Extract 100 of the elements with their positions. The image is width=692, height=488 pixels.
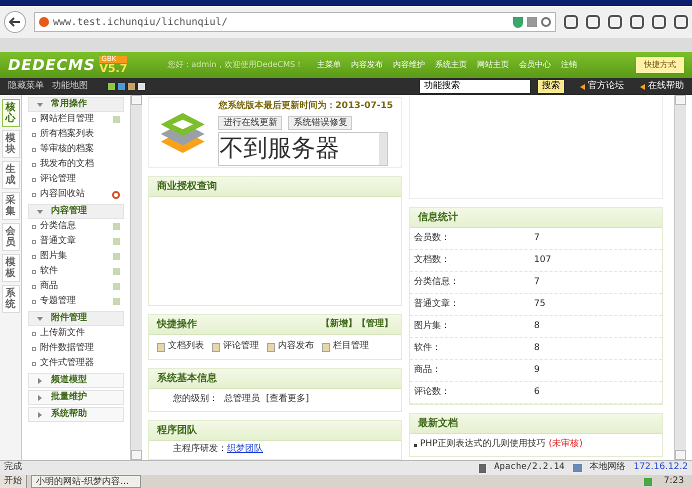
skin-swatch[interactable] <box>118 83 125 90</box>
server-text: Apache/2.2.14 <box>494 461 565 474</box>
caret-down-icon <box>37 102 43 108</box>
taskbar-window-button[interactable]: 小明的网站-织梦内容... <box>31 475 141 488</box>
stat-value: 7 <box>534 232 540 245</box>
document-icon <box>322 342 330 352</box>
stat-label: 软件： <box>414 342 442 355</box>
menu-section-header[interactable]: 批量维护 <box>28 390 124 405</box>
side-tab[interactable]: 模块 <box>2 130 20 158</box>
panel-action-link[interactable]: 【管理】 <box>357 318 393 332</box>
menu-item[interactable]: 等审核的档案 <box>40 142 94 156</box>
bullet-icon <box>32 346 36 350</box>
stat-label: 分类信息： <box>414 276 460 289</box>
menu-item[interactable]: 专题管理 <box>40 294 76 308</box>
stat-value: 107 <box>534 254 552 267</box>
skin-swatch[interactable] <box>128 83 135 90</box>
menu-section-header[interactable]: 常用操作 <box>28 97 124 112</box>
side-tab[interactable]: 采集 <box>2 192 20 220</box>
menu-item[interactable]: 内容回收站 <box>40 188 85 202</box>
site-icon <box>39 17 49 27</box>
version-text: V5.7 <box>99 63 128 74</box>
menu-item[interactable]: 商品 <box>40 280 58 294</box>
team-link[interactable]: 织梦团队 <box>227 443 263 457</box>
document-link[interactable]: PHP正则表达式的几则使用技巧 <box>420 438 546 452</box>
logo-text: DEDECMS <box>8 54 96 76</box>
back-button[interactable] <box>4 11 26 33</box>
skin-swatch[interactable] <box>138 83 145 90</box>
side-tab[interactable]: 系统 <box>2 285 20 313</box>
shield-icon <box>513 16 523 28</box>
skin-swatch[interactable] <box>108 83 115 90</box>
menu-item[interactable]: 我发布的文档 <box>40 158 94 172</box>
stat-label: 商品： <box>414 364 442 377</box>
menu-item[interactable]: 网站栏目管理 <box>40 112 94 126</box>
ip-text: 172.16.12.2 <box>634 461 688 474</box>
search-button[interactable]: 搜索 <box>538 80 564 93</box>
scrollbar[interactable] <box>130 95 142 460</box>
menu-section-header[interactable]: 系统帮助 <box>28 407 124 422</box>
scrollbar[interactable] <box>674 95 686 460</box>
side-tab[interactable]: 核心 <box>2 99 20 127</box>
document-icon <box>267 342 275 352</box>
menu-item[interactable]: 软件 <box>40 264 58 278</box>
menu-item[interactable]: 文件式管理器 <box>40 356 94 370</box>
welcome-text: 您好：admin，欢迎使用DedeCMS！ <box>167 59 304 71</box>
stat-label: 评论数： <box>414 386 451 399</box>
bullet-icon <box>32 332 36 336</box>
bullet-icon <box>32 148 36 152</box>
stat-label: 文档数： <box>414 254 451 267</box>
quick-link[interactable]: 评论管理 <box>223 340 259 354</box>
stat-value: 9 <box>534 364 540 377</box>
panel-action-link[interactable]: 【新增】 <box>321 318 357 332</box>
frame-scrollbar[interactable] <box>379 132 388 164</box>
menu-section-header[interactable]: 附件管理 <box>28 311 124 326</box>
panel-title: 系统基本信息 <box>157 372 217 386</box>
bullet-icon <box>32 192 36 196</box>
stat-label: 会员数： <box>414 232 451 245</box>
status-label: (未审核) <box>548 438 583 452</box>
caret-right-icon <box>37 394 43 400</box>
panel-title: 程序团队 <box>157 423 197 438</box>
update-button[interactable]: 进行在线更新 <box>218 116 282 130</box>
document-icon <box>212 342 220 352</box>
team-label: 主程序研发： <box>173 443 227 456</box>
stat-value: 7 <box>534 276 540 289</box>
toolbar-link[interactable]: 官方论坛 <box>588 80 624 94</box>
level-label: 您的级别： <box>173 393 218 406</box>
menu-item[interactable]: 上传新文件 <box>40 326 85 340</box>
side-tab[interactable]: 生成 <box>2 161 20 189</box>
menu-item[interactable]: 分类信息 <box>40 220 76 234</box>
stat-value: 6 <box>534 386 540 399</box>
frame-error-text: 不到服务器 <box>219 132 340 164</box>
status-text: 完成 <box>4 461 22 474</box>
shortcut-button[interactable]: 快捷方式 <box>636 57 684 73</box>
address-field[interactable]: www.test.ichunqiu/lichunqiul/ <box>34 12 556 32</box>
menu-item[interactable]: 图片集 <box>40 250 67 264</box>
side-tab[interactable]: 模板 <box>2 254 20 282</box>
reload-icon[interactable] <box>541 17 551 27</box>
url-text: www.test.ichunqiu/lichunqiul/ <box>53 16 228 30</box>
more-link[interactable]: [查看更多] <box>266 393 310 407</box>
feature-map-link[interactable]: 功能地图 <box>52 80 88 94</box>
menu-item[interactable]: 评论管理 <box>40 172 76 186</box>
clock-text: 7:23 <box>662 474 685 488</box>
stat-label: 图片集： <box>414 320 451 333</box>
menu-item[interactable]: 附件数据管理 <box>40 342 94 356</box>
menu-section-header[interactable]: 频道模型 <box>28 373 124 388</box>
side-tab[interactable]: 会员 <box>2 223 20 251</box>
search-field[interactable]: 功能搜索 <box>420 80 530 93</box>
bullet-icon <box>32 224 36 228</box>
menu-item[interactable]: 所有档案列表 <box>40 128 94 142</box>
quick-link[interactable]: 栏目管理 <box>333 340 369 354</box>
toolbar-link[interactable]: 在线帮助 <box>648 80 684 94</box>
panel-title: 快捷操作 <box>157 318 197 332</box>
start-button[interactable]: 开始 <box>0 475 27 488</box>
menu-item[interactable]: 普通文章 <box>40 234 76 248</box>
level-value: 总管理员 <box>224 393 260 406</box>
menu-section-header[interactable]: 内容管理 <box>28 204 124 219</box>
update-button[interactable]: 系统错误修复 <box>288 116 352 130</box>
caret-right-icon <box>37 378 43 384</box>
quick-link[interactable]: 文档列表 <box>168 340 204 354</box>
bullet-icon <box>32 284 36 288</box>
quick-link[interactable]: 内容发布 <box>278 340 314 354</box>
hide-menu-link[interactable]: 隐藏菜单 <box>8 80 44 94</box>
